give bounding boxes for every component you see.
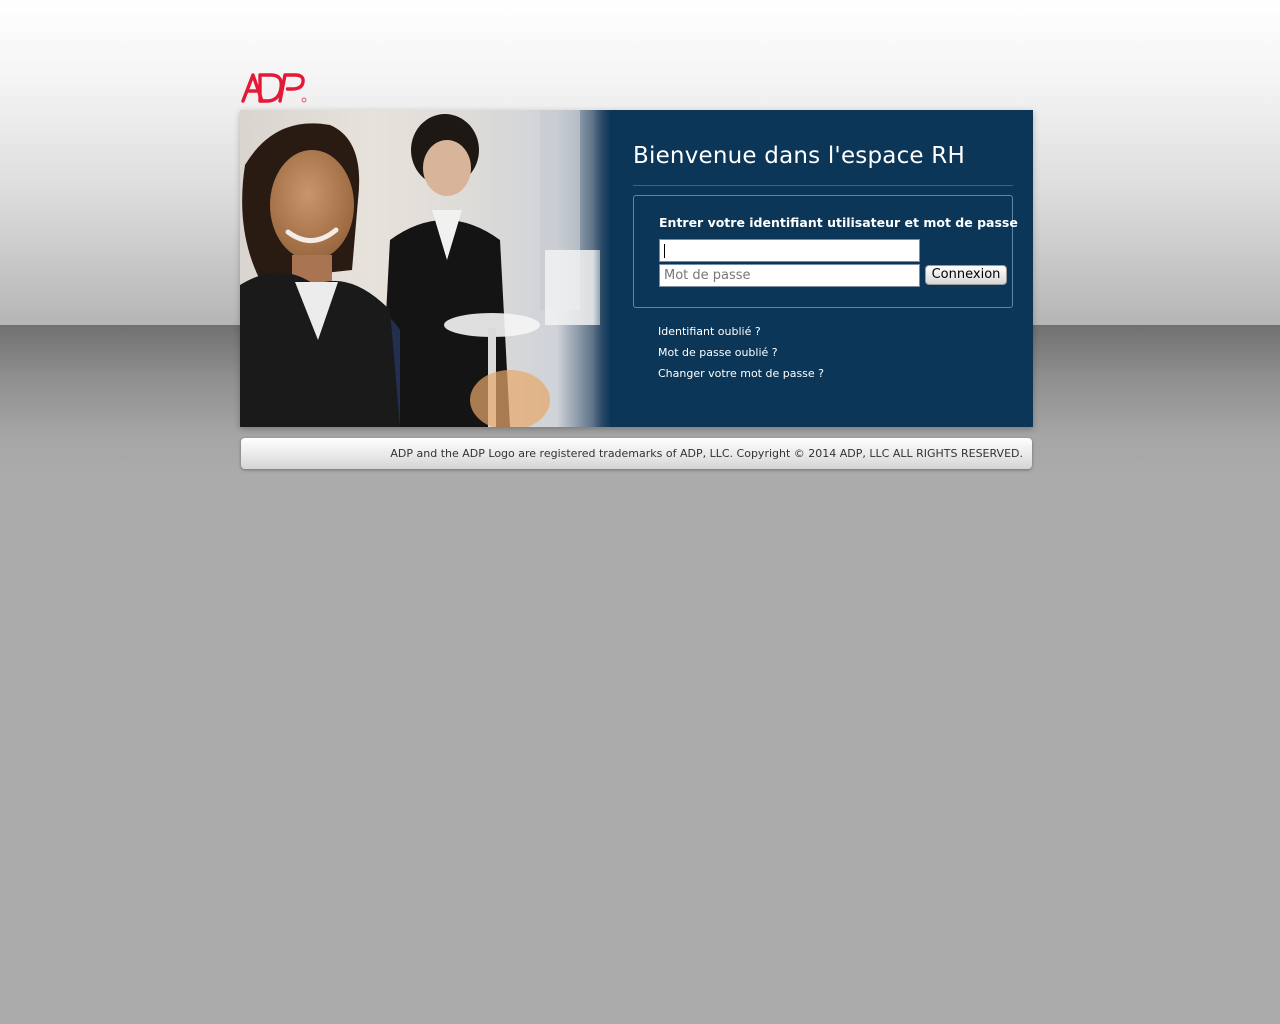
connexion-button[interactable]: Connexion: [925, 265, 1007, 285]
copyright-footer: ADP and the ADP Logo are registered trad…: [241, 438, 1032, 469]
text-cursor: [664, 244, 665, 258]
page-title: Bienvenue dans l'espace RH: [633, 143, 965, 169]
login-instruction: Entrer votre identifiant utilisateur et …: [659, 215, 1018, 230]
login-form: Entrer votre identifiant utilisateur et …: [633, 195, 1018, 308]
forgot-password-link[interactable]: Mot de passe oublié ?: [658, 345, 824, 366]
change-password-link[interactable]: Changer votre mot de passe ?: [658, 366, 824, 387]
login-panel: Bienvenue dans l'espace RH Entrer votre …: [610, 110, 1033, 427]
title-divider: [633, 185, 1013, 186]
forgot-username-link[interactable]: Identifiant oublié ?: [658, 324, 824, 345]
login-card: Bienvenue dans l'espace RH Entrer votre …: [240, 110, 1033, 427]
password-input[interactable]: [659, 264, 920, 287]
adp-logo: [240, 70, 308, 104]
username-input[interactable]: [659, 239, 920, 262]
help-links: Identifiant oublié ? Mot de passe oublié…: [658, 324, 824, 387]
hero-photo: [240, 110, 613, 427]
